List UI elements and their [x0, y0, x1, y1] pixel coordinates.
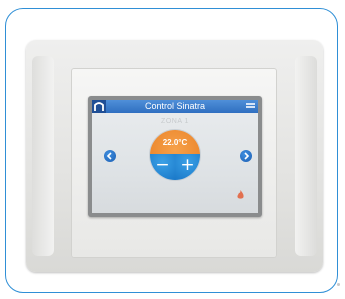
touch-screen: Control Sinatra ZONA 1 22.0°C − +: [92, 100, 258, 213]
prev-zone-button[interactable]: [104, 150, 116, 162]
chevron-left-icon: [106, 152, 112, 160]
menu-icon[interactable]: [246, 103, 255, 110]
wall-plate: Control Sinatra ZONA 1 22.0°C − +: [26, 40, 323, 272]
plate-side-right: [295, 56, 317, 256]
screen-frame: Control Sinatra ZONA 1 22.0°C − +: [88, 96, 262, 217]
chevron-right-icon: [244, 152, 250, 160]
flame-icon: [237, 190, 244, 199]
temperature-display: 22.0°C: [150, 130, 200, 154]
decrease-temperature-button[interactable]: −: [150, 154, 176, 180]
home-icon: [94, 102, 104, 111]
increase-temperature-button[interactable]: +: [175, 154, 200, 180]
app-title: Control Sinatra: [144, 101, 206, 111]
temperature-dial: 22.0°C − +: [150, 130, 200, 180]
plate-side-left: [32, 56, 54, 256]
home-button[interactable]: [92, 100, 106, 113]
title-bar: Control Sinatra: [92, 100, 258, 113]
next-zone-button[interactable]: [240, 150, 252, 162]
zone-label: ZONA 1: [161, 118, 189, 125]
decor-dot: [337, 283, 340, 286]
page-indicator: [162, 206, 183, 213]
temperature-value: 22.0°C: [162, 138, 188, 147]
device-bezel: Control Sinatra ZONA 1 22.0°C − +: [71, 68, 277, 258]
